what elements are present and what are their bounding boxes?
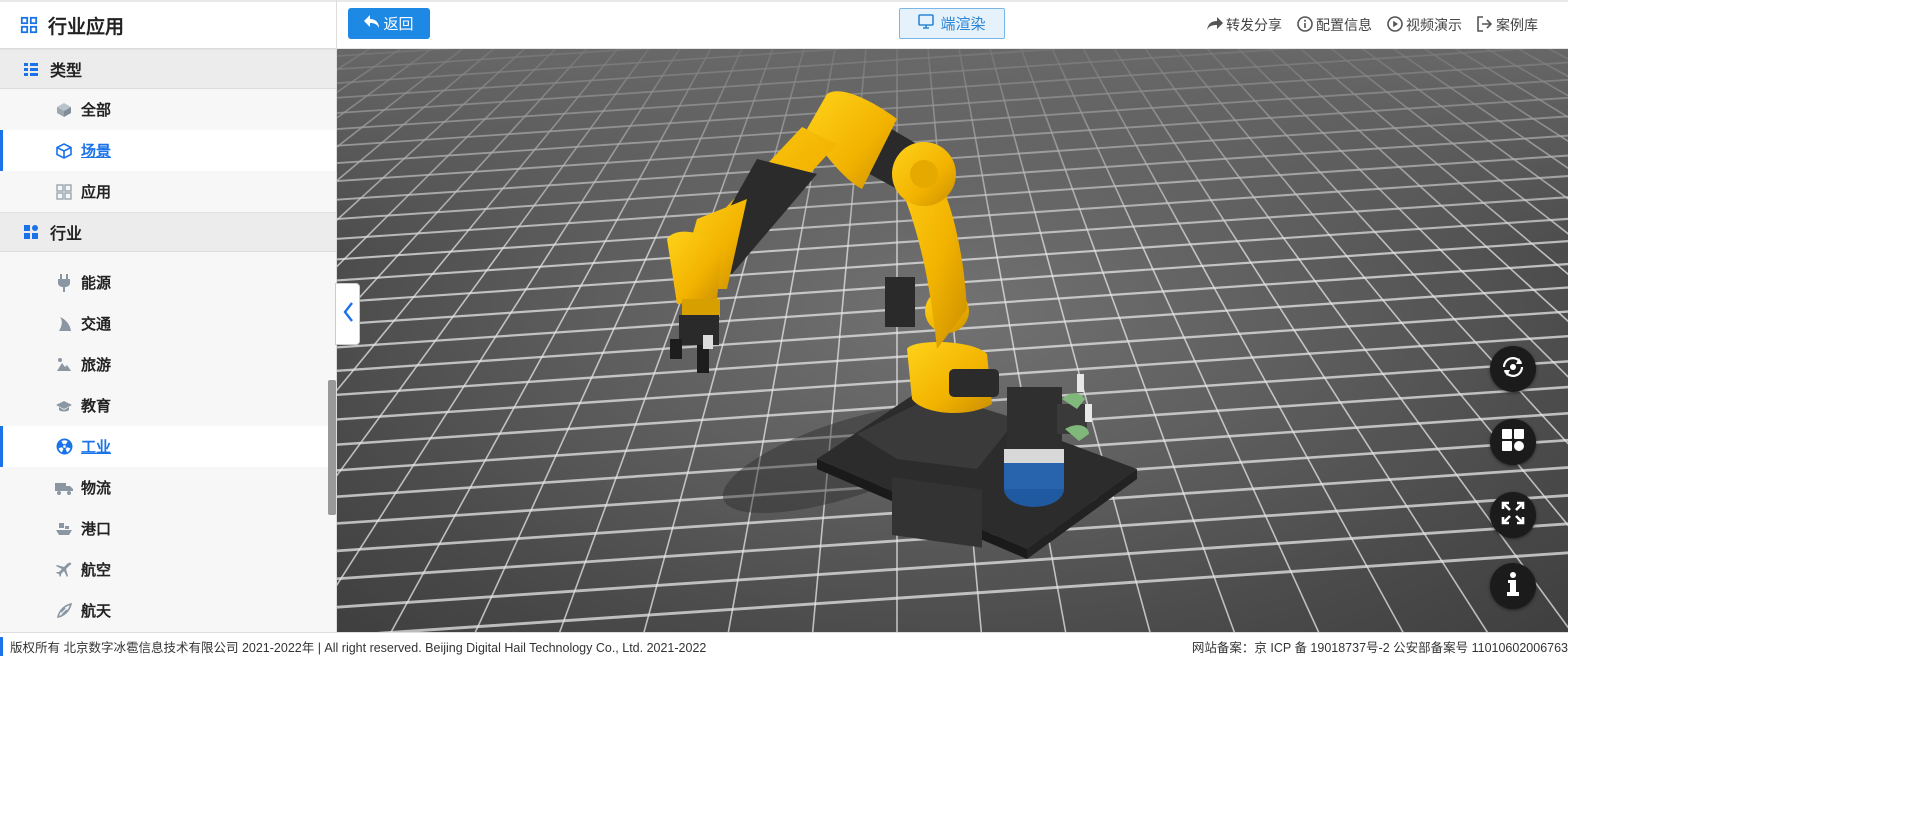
list-icon (22, 60, 40, 78)
login-icon (1477, 15, 1493, 35)
sidebar-item-label: 交通 (81, 316, 112, 333)
render-button[interactable]: 端渲染 (899, 8, 1005, 39)
sidebar-item-aerospace[interactable]: 航天 (0, 590, 336, 631)
apps-icon (22, 223, 40, 241)
sidebar-title: 行业应用 (48, 16, 125, 38)
chevron-left-icon (342, 301, 354, 328)
info-button[interactable] (1490, 563, 1536, 609)
sidebar-item-port[interactable]: 港口 (0, 508, 336, 549)
video-link[interactable]: 视频演示 (1387, 15, 1462, 35)
back-label: 返回 (383, 16, 414, 33)
sidebar-item-label: 港口 (81, 521, 112, 538)
sidebar-item-label: 工业 (81, 439, 112, 456)
page-background (0, 659, 1568, 823)
sidebar-item-label: 旅游 (81, 357, 112, 374)
plane-icon (55, 561, 73, 579)
sidebar: 行业应用 类型 全部 场景 应用 行业 能源 交通 旅游 教育 工业 物流 港口… (0, 0, 337, 632)
sidebar-scrollbar[interactable] (328, 380, 336, 515)
topbar: 返回 端渲染 转发分享 配置信息 视频演示 案例库 (337, 0, 1568, 49)
rocket-icon (55, 602, 73, 620)
sidebar-item-label: 全部 (81, 102, 112, 119)
graduation-cap-icon (55, 397, 73, 415)
scene-canvas[interactable] (337, 49, 1568, 632)
sidebar-item-logistics[interactable]: 物流 (0, 467, 336, 508)
sidebar-item-aviation[interactable]: 航空 (0, 549, 336, 590)
sidebar-item-all[interactable]: 全部 (0, 89, 336, 130)
cases-link[interactable]: 案例库 (1477, 15, 1538, 35)
sidebar-header: 行业应用 (0, 0, 336, 49)
sidebar-item-scene[interactable]: 场景 (0, 130, 336, 171)
travel-icon (55, 356, 73, 374)
sidebar-item-education[interactable]: 教育 (0, 385, 336, 426)
sidebar-item-label: 航天 (81, 603, 112, 620)
section-industry[interactable]: 行业 (0, 212, 336, 252)
sidebar-item-label: 教育 (81, 398, 112, 415)
render-label: 端渲染 (940, 16, 986, 33)
video-label: 视频演示 (1406, 17, 1462, 33)
sidebar-item-industry[interactable]: 工业 (0, 426, 336, 467)
radiation-icon (55, 438, 73, 456)
section-type[interactable]: 类型 (0, 49, 336, 89)
grid-icon (55, 183, 73, 201)
config-link[interactable]: 配置信息 (1297, 15, 1372, 35)
fullscreen-icon (1501, 501, 1525, 530)
plug-icon (55, 273, 73, 292)
sidebar-item-label: 应用 (81, 184, 112, 201)
box-outline-icon (55, 142, 73, 160)
sidebar-item-tourism[interactable]: 旅游 (0, 344, 336, 385)
info-circle-icon (1297, 15, 1313, 35)
sidebar-collapse-button[interactable] (335, 283, 360, 345)
cases-label: 案例库 (1496, 17, 1538, 33)
share-link[interactable]: 转发分享 (1207, 15, 1282, 35)
top-links: 转发分享 配置信息 视频演示 案例库 (1207, 15, 1538, 35)
road-icon (55, 315, 73, 333)
sidebar-item-application[interactable]: 应用 (0, 171, 336, 212)
sidebar-item-energy[interactable]: 能源 (0, 262, 336, 303)
rotate-icon (1500, 354, 1526, 385)
monitor-icon (918, 14, 935, 33)
sidebar-item-label: 能源 (81, 275, 112, 292)
share-icon (1207, 16, 1223, 34)
ship-icon (55, 520, 73, 538)
copyright-text: 版权所有 北京数字冰雹信息技术有限公司 2021-2022年 | All rig… (0, 636, 706, 656)
cube-icon (55, 101, 73, 119)
config-label: 配置信息 (1316, 17, 1372, 33)
section-label: 类型 (50, 63, 83, 80)
sidebar-item-label: 场景 (81, 143, 112, 160)
sidebar-item-label: 航空 (81, 562, 112, 579)
layout-icon (1501, 428, 1525, 457)
apps-grid-icon (20, 16, 38, 34)
icp-record-text: 网站备案：京 ICP 备 19018737号-2 公安部备案号 11010602… (1191, 640, 1568, 655)
3d-viewport[interactable] (337, 49, 1568, 632)
section-label: 行业 (50, 226, 83, 243)
play-circle-icon (1387, 15, 1403, 35)
footer: 版权所有 北京数字冰雹信息技术有限公司 2021-2022年 | All rig… (0, 632, 1568, 659)
layout-button[interactable] (1490, 419, 1536, 465)
truck-icon (55, 479, 73, 497)
info-icon (1506, 571, 1520, 602)
back-arrow-icon (364, 14, 380, 33)
sidebar-item-label: 物流 (81, 480, 112, 497)
share-label: 转发分享 (1226, 17, 1282, 33)
sidebar-item-transport[interactable]: 交通 (0, 303, 336, 344)
back-button[interactable]: 返回 (348, 8, 430, 39)
rotate-view-button[interactable] (1490, 346, 1536, 392)
fullscreen-button[interactable] (1490, 492, 1536, 538)
